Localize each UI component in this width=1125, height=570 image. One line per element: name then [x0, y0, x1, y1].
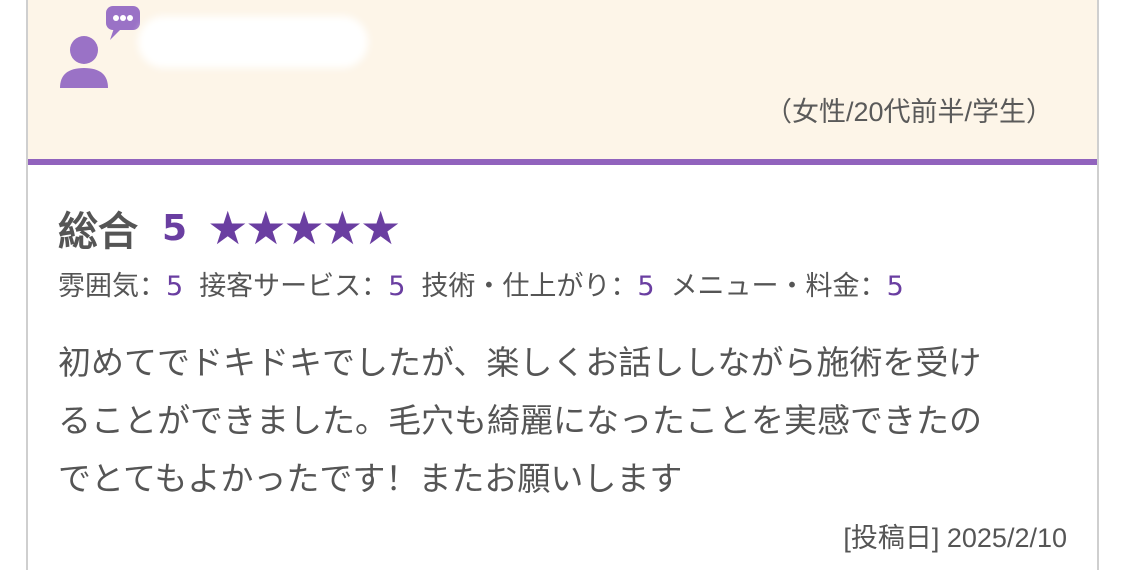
- rating-service: 接客サービス：5: [199, 271, 406, 302]
- comment-line: ることができました。毛穴も綺麗になったことを実感できたの: [58, 401, 982, 440]
- overall-rating: 総合 5 ★★★★★: [58, 201, 401, 255]
- rating-technique: 技術・仕上がり：5: [421, 271, 655, 302]
- post-date: [投稿日] 2025/2/10: [843, 523, 1067, 553]
- overall-label: 総合: [58, 209, 138, 255]
- rating-menu-price: メニュー・料金：5: [670, 271, 904, 302]
- comment-line: 初めてでドキドキでしたが、楽しくお話ししながら施術を受け: [58, 343, 982, 382]
- reviewer-name-redacted: [138, 16, 368, 68]
- comment-line: でとてもよかったです！またお願いします: [58, 459, 683, 498]
- overall-score: 5: [162, 207, 188, 249]
- star-rating-icon: ★★★★★: [207, 201, 401, 255]
- review-comment: 初めてでドキドキでしたが、楽しくお話ししながら施術を受け ることができました。毛…: [58, 334, 1078, 508]
- review-card: （女性/20代前半/学生） 総合 5 ★★★★★ 雰囲気：5 接客サービス：5 …: [26, 0, 1099, 570]
- user-comment-icon: [60, 6, 140, 88]
- rating-atmosphere: 雰囲気：5: [58, 271, 184, 302]
- reviewer-header: （女性/20代前半/学生）: [28, 0, 1097, 165]
- reviewer-profile: （女性/20代前半/学生）: [764, 97, 1053, 127]
- sub-ratings: 雰囲気：5 接客サービス：5 技術・仕上がり：5 メニュー・料金：5: [58, 264, 920, 303]
